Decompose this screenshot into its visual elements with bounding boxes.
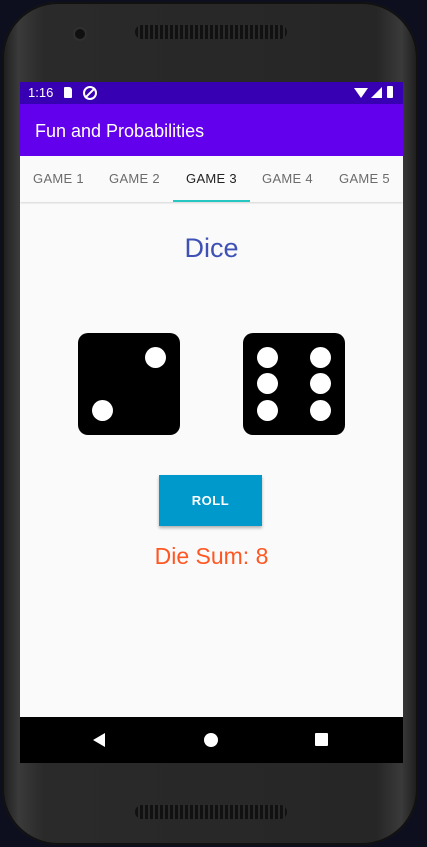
- die-pip: [257, 347, 278, 368]
- die-pip: [310, 347, 331, 368]
- sd-card-icon: [64, 87, 72, 98]
- die-sum-text: Die Sum: 8: [154, 543, 269, 569]
- die-pip: [92, 400, 113, 421]
- app-title: Fun and Probabilities: [35, 121, 205, 141]
- earpiece-speaker: [135, 25, 287, 39]
- tab-game-1[interactable]: GAME 1: [20, 156, 97, 202]
- home-icon[interactable]: [204, 733, 218, 747]
- die-pip: [145, 347, 166, 368]
- tab-game-4[interactable]: GAME 4: [249, 156, 326, 202]
- navigation-bar: [20, 717, 403, 763]
- tab-game-2[interactable]: GAME 2: [96, 156, 173, 202]
- app-bar: Fun and Probabilities: [20, 104, 403, 156]
- bottom-speaker: [135, 805, 287, 819]
- back-icon[interactable]: [93, 733, 105, 747]
- recents-icon[interactable]: [315, 733, 328, 746]
- tab-indicator: [173, 200, 250, 202]
- front-camera: [75, 29, 85, 39]
- status-time: 1:16: [28, 85, 54, 100]
- die-pip: [310, 400, 331, 421]
- die-left: [78, 333, 180, 435]
- game-heading: Dice: [184, 233, 239, 263]
- die-pip: [310, 373, 331, 394]
- device-screen: 1:16 Fun and Probabilities GAME 1 GAME 2…: [20, 82, 403, 763]
- roll-button[interactable]: ROLL: [159, 475, 262, 526]
- tab-game-5[interactable]: GAME 5: [326, 156, 403, 202]
- status-bar: 1:16: [20, 82, 403, 104]
- tab-game-3[interactable]: GAME 3: [173, 156, 250, 202]
- battery-icon: [387, 86, 393, 98]
- signal-icon: [371, 87, 382, 98]
- tab-bar: GAME 1 GAME 2 GAME 3 GAME 4 GAME 5: [20, 156, 403, 202]
- phone-frame: 1:16 Fun and Probabilities GAME 1 GAME 2…: [2, 2, 418, 845]
- die-pip: [257, 400, 278, 421]
- die-pip: [257, 373, 278, 394]
- wifi-icon: [354, 88, 368, 98]
- die-right: [243, 333, 345, 435]
- sync-disabled-icon: [83, 86, 97, 100]
